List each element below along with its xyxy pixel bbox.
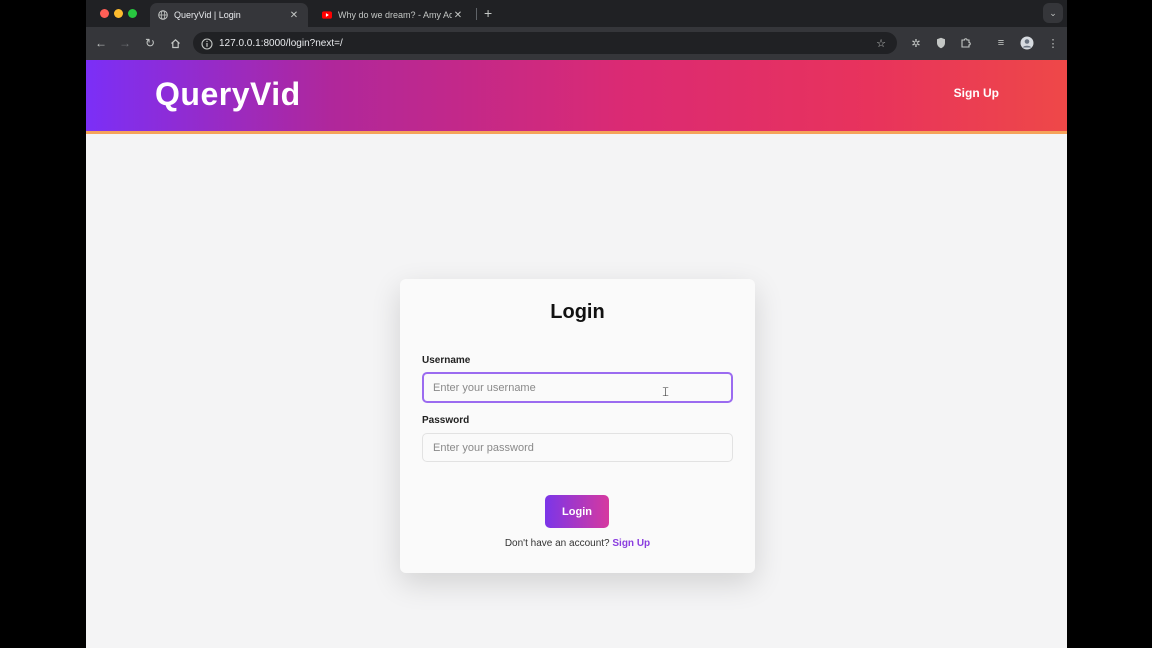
url-text: 127.0.0.1:8000/login?next=/: [219, 37, 343, 49]
site-logo[interactable]: QueryVid: [155, 76, 301, 113]
tab-divider: [476, 8, 477, 20]
address-bar[interactable]: 127.0.0.1:8000/login?next=/: [193, 32, 897, 54]
profile-avatar-icon[interactable]: [1020, 36, 1034, 50]
tab-search-icon[interactable]: ⌄: [1043, 3, 1063, 23]
header-signup-link[interactable]: Sign Up: [954, 86, 999, 100]
login-card: Login Username Password Login Don't have…: [400, 279, 755, 573]
forward-icon[interactable]: →: [118, 36, 132, 50]
password-input[interactable]: [422, 433, 733, 462]
signup-prompt-text: Don't have an account?: [504, 538, 610, 549]
login-title: Login: [550, 301, 605, 323]
maximize-window-button[interactable]: [128, 9, 137, 18]
login-button[interactable]: Login: [545, 495, 609, 528]
text-cursor-icon: 𝙸: [661, 384, 671, 399]
home-icon[interactable]: [168, 36, 182, 50]
username-label: Username: [422, 355, 471, 366]
youtube-icon: [322, 10, 332, 20]
reload-icon[interactable]: ↻: [143, 36, 157, 50]
signup-prompt: Don't have an account? Sign Up: [400, 538, 755, 549]
extension-icon[interactable]: ✲: [909, 36, 923, 50]
close-window-button[interactable]: [100, 9, 109, 18]
tab-youtube-video[interactable]: Why do we dream? - Amy Adkins ✕: [314, 3, 472, 27]
close-tab-icon[interactable]: ✕: [288, 10, 300, 21]
browser-toolbar: ← → ↻ 127.0.0.1:8000/login?next=/ ☆ ✲ ≡ …: [86, 27, 1067, 60]
globe-icon: [158, 10, 168, 20]
minimize-window-button[interactable]: [114, 9, 123, 18]
tab-queryvid-login[interactable]: QueryVid | Login ✕: [150, 3, 308, 27]
shield-icon[interactable]: [934, 36, 948, 50]
bookmark-star-icon[interactable]: ☆: [874, 36, 888, 50]
signup-link[interactable]: Sign Up: [612, 538, 650, 549]
close-tab-icon[interactable]: ✕: [452, 10, 464, 21]
browser-menu-icon[interactable]: ⋮: [1046, 36, 1060, 50]
reading-list-icon[interactable]: ≡: [994, 36, 1008, 50]
back-icon[interactable]: ←: [94, 36, 108, 50]
new-tab-icon[interactable]: +: [484, 5, 492, 21]
tab-strip: QueryVid | Login ✕ Why do we dream? - Am…: [86, 0, 1067, 27]
password-label: Password: [422, 415, 470, 426]
tab-title: QueryVid | Login: [174, 10, 241, 20]
username-input[interactable]: [422, 372, 733, 403]
site-header: QueryVid Sign Up: [86, 60, 1067, 134]
tab-title: Why do we dream? - Amy Adkins: [338, 10, 452, 20]
site-info-icon[interactable]: [201, 37, 213, 50]
extensions-puzzle-icon[interactable]: [959, 36, 973, 50]
browser-window: QueryVid | Login ✕ Why do we dream? - Am…: [86, 0, 1067, 648]
